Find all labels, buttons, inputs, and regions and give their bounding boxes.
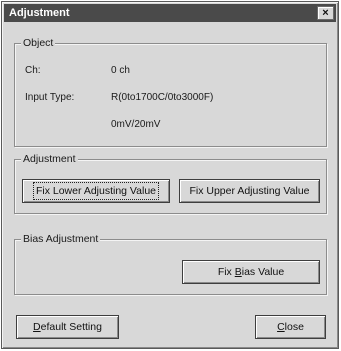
fix-upper-label: Fix Upper Adjusting Value	[189, 185, 310, 197]
bias-adjustment-group: Bias Adjustment Fix Bias Value	[14, 233, 327, 295]
default-accel: D	[33, 321, 41, 333]
dialog-title: Adjustment	[9, 7, 70, 19]
ch-value: 0 ch	[111, 65, 130, 76]
close-button[interactable]: Close	[255, 315, 326, 339]
input-type-range-value: 0mV/20mV	[111, 119, 161, 130]
bias-adjustment-legend: Bias Adjustment	[21, 233, 101, 245]
object-group-legend: Object	[21, 37, 56, 49]
close-rest: lose	[284, 321, 304, 333]
fix-lower-label: Fix Lower Adjusting Value	[32, 182, 160, 200]
ch-label: Ch:	[25, 65, 41, 76]
title-bar: Adjustment ×	[4, 4, 336, 22]
adjustment-group-legend: Adjustment	[21, 153, 78, 165]
object-group: Object Ch: 0 ch Input Type: R(0to1700C/0…	[14, 37, 327, 147]
adjustment-dialog: Adjustment × Object Ch: 0 ch Input Type:…	[1, 1, 339, 349]
fix-bias-accel: B	[234, 266, 242, 278]
adjustment-group: Adjustment Fix Lower Adjusting Value Fix…	[14, 153, 327, 214]
fix-upper-adjusting-value-button[interactable]: Fix Upper Adjusting Value	[179, 179, 320, 203]
input-type-value: R(0to1700C/0to3000F)	[111, 92, 214, 103]
default-setting-button[interactable]: Default Setting	[16, 315, 119, 339]
fix-bias-suffix: ias Value	[241, 266, 285, 278]
fix-bias-value-button[interactable]: Fix Bias Value	[182, 260, 320, 284]
close-label: Close	[277, 321, 304, 333]
default-setting-label: Default Setting	[33, 321, 102, 333]
close-accel: C	[277, 321, 285, 333]
fix-bias-label: Fix Bias Value	[218, 266, 284, 278]
default-rest: efault Setting	[40, 321, 102, 333]
fix-lower-adjusting-value-button[interactable]: Fix Lower Adjusting Value	[22, 179, 170, 203]
input-type-label: Input Type:	[25, 92, 75, 103]
close-icon[interactable]: ×	[317, 6, 334, 20]
fix-bias-prefix: Fix	[217, 266, 235, 278]
